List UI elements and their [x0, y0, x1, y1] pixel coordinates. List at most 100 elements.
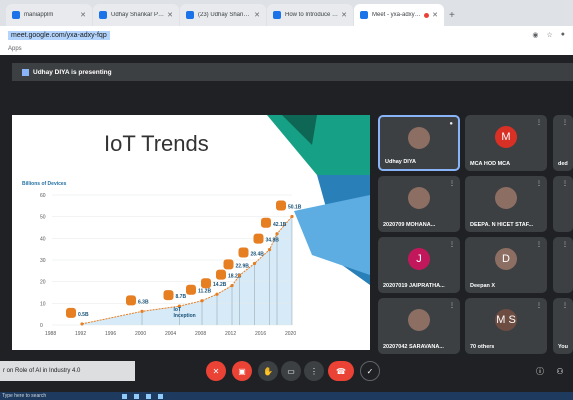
mic-off-button[interactable]: ✕ — [206, 361, 226, 381]
iot-inception-label: Inception — [174, 313, 196, 319]
chart-point — [267, 248, 272, 252]
people-button[interactable]: ⚇ — [550, 361, 570, 381]
tab-favicon-icon — [360, 11, 368, 19]
participant-tile[interactable]: ⋮ — [553, 237, 573, 293]
chart-point — [140, 309, 144, 313]
participant-name: Udhay DIYA — [385, 159, 416, 165]
browser-tab[interactable]: (23) Udhay Shankar Polavaram✕ — [180, 4, 266, 26]
participant-photo — [408, 309, 430, 332]
participant-tile[interactable]: J ⋮ 20207019 JAIPRATHA... — [378, 237, 460, 293]
y-tick-label: 40 — [40, 236, 46, 242]
camera-off-icon: ▣ — [238, 366, 246, 376]
participant-tile[interactable]: ⋮ — [553, 176, 573, 232]
participant-tile[interactable]: M S ⋮ 70 others — [465, 298, 547, 354]
participant-tile[interactable]: D ⋮ Deepan X — [465, 237, 547, 293]
participant-tile[interactable]: M ⋮ MCA HOD MCA — [465, 115, 547, 171]
shared-slide: IoT Trends Billions of Devices 0 10 20 30 40… — [12, 115, 370, 350]
chart-point — [275, 232, 279, 236]
chart-point — [215, 292, 219, 296]
chart-point — [230, 283, 234, 288]
mic-icon: ⋮ — [562, 120, 568, 126]
participant-tile[interactable]: ⋮ ded — [553, 115, 573, 171]
participant-tile[interactable]: ⋮ You — [553, 298, 573, 354]
url-text[interactable]: meet.google.com/yxa-adxy-fqp — [8, 30, 110, 40]
chart-data-label: 14.2B — [213, 282, 227, 288]
participant-name: 20207042 SARAVANA... — [383, 344, 444, 350]
participant-tile[interactable]: ⋮ 2020709 MOHANA... — [378, 176, 460, 232]
x-tick-label: 2000 — [135, 331, 146, 337]
chart-data-label: 8.7B — [176, 294, 187, 300]
chart-data-label: 11.2B — [198, 289, 211, 295]
camera-off-button[interactable]: ▣ — [232, 361, 252, 381]
x-tick-label: 2008 — [195, 331, 206, 337]
presenting-banner: Udhay DIYA is presenting — [12, 63, 573, 81]
device-icon — [223, 259, 234, 270]
chart-point — [200, 299, 204, 303]
info-icon: ⓘ — [536, 366, 544, 376]
x-tick-label: 1992 — [75, 331, 86, 337]
x-tick-label: 2016 — [255, 331, 266, 337]
captions-button[interactable]: ✓ — [360, 361, 380, 381]
meet-window: Udhay DIYA is presenting IoT Trends Bill… — [0, 55, 573, 400]
taskbar-app-icon[interactable] — [122, 393, 127, 399]
participant-tile[interactable]: ● Udhay DIYA — [378, 115, 460, 171]
star-icon[interactable]: ☆ — [546, 31, 552, 39]
participant-name: 70 others — [470, 344, 495, 350]
participant-tile[interactable]: ⋮ DEEPA. N HICET STAF... — [465, 176, 547, 232]
profile-icon[interactable]: ● — [561, 31, 565, 39]
taskbar-app-icon[interactable] — [158, 393, 163, 399]
close-icon[interactable]: ✕ — [80, 11, 86, 19]
tab-label: (23) Udhay Shankar Polavaram — [198, 12, 252, 18]
slide-canvas: IoT Trends Billions of Devices 0 10 20 30 40… — [22, 115, 370, 337]
close-icon[interactable]: ✕ — [254, 11, 260, 19]
end-call-button[interactable]: ☎ — [328, 361, 354, 381]
address-bar[interactable]: meet.google.com/yxa-adxy-fqp ◉ ☆ ● — [0, 26, 573, 44]
close-icon[interactable]: ✕ — [432, 11, 438, 19]
taskbar-search[interactable]: Type here to search — [2, 393, 122, 399]
present-button[interactable]: ▭ — [281, 361, 301, 381]
device-icon — [253, 233, 264, 244]
participant-tile[interactable]: ⋮ 20207042 SARAVANA... — [378, 298, 460, 354]
tab-label: maniapplm — [24, 12, 54, 18]
participant-name: Deepan X — [470, 283, 496, 289]
close-icon[interactable]: ✕ — [167, 11, 173, 19]
new-tab-button[interactable]: + — [449, 10, 455, 21]
taskbar-app-icon[interactable] — [134, 393, 139, 399]
extension-icon[interactable]: ◉ — [532, 31, 538, 39]
chart-point — [252, 261, 257, 266]
device-icon — [126, 295, 136, 306]
tab-label: Udhay Shankar Polavaram - Go — [111, 12, 164, 18]
raise-hand-button[interactable]: ✋ — [258, 361, 278, 381]
chart-area — [82, 216, 292, 325]
x-tick-label: 2012 — [225, 331, 236, 337]
taskbar-app-icon[interactable] — [146, 393, 151, 399]
browser-tab[interactable]: Udhay Shankar Polavaram - Go✕ — [93, 4, 179, 26]
mic-icon: ⋮ — [536, 181, 542, 187]
participant-name: You — [558, 344, 568, 350]
present-screen-icon: ▭ — [287, 366, 295, 376]
chart-data-label: 42.1B — [273, 222, 287, 228]
browser-tab[interactable]: How to Introduce resource pers✕ — [267, 4, 353, 26]
x-tick-label: 1988 — [45, 331, 56, 337]
mic-icon: ⋮ — [536, 303, 542, 309]
y-tick-label: 20 — [40, 280, 46, 286]
hand-icon: ✋ — [263, 366, 273, 376]
more-options-button[interactable]: ⋮ — [304, 361, 324, 381]
device-icon — [163, 290, 174, 301]
avatar: M — [495, 126, 517, 149]
chart-ylabel: Billions of Devices — [22, 181, 67, 187]
browser-tab[interactable]: maniapplm ✕ — [6, 4, 92, 26]
participant-photo — [495, 187, 517, 210]
close-icon[interactable]: ✕ — [341, 11, 347, 19]
device-icon — [66, 307, 76, 318]
tab-favicon-icon — [99, 11, 107, 19]
y-tick-label: 30 — [40, 258, 46, 264]
x-tick-label: 1996 — [105, 331, 116, 337]
chart-point — [290, 214, 294, 219]
os-taskbar: Type here to search — [0, 392, 573, 400]
participant-photo — [408, 126, 430, 149]
bookmark-apps[interactable]: Apps — [8, 46, 22, 52]
info-button[interactable]: ⓘ — [530, 361, 550, 381]
device-icon — [238, 247, 249, 258]
browser-tab[interactable]: Meet - yxa-adxy-fqp ✕ — [354, 4, 444, 26]
